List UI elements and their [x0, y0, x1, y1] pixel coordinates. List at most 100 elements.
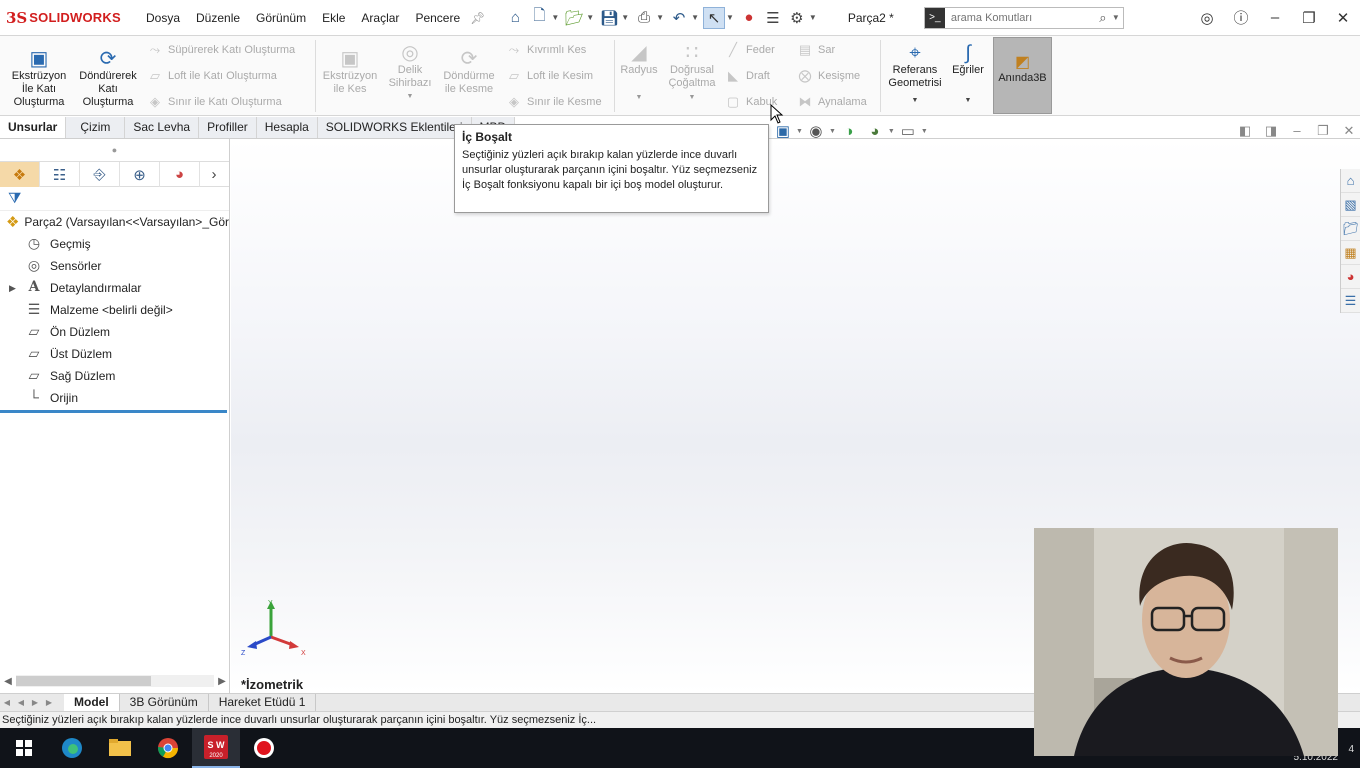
extrude-cut-button[interactable]: ▣ Ekstrüzyon ile Kes: [318, 48, 382, 96]
windows-start-button[interactable]: [0, 728, 48, 768]
menu-item-window[interactable]: Pencere: [407, 11, 468, 25]
close-icon[interactable]: ✕: [1326, 9, 1360, 27]
tile-left-icon[interactable]: ◧: [1232, 123, 1258, 139]
design-library-icon[interactable]: ▧: [1341, 193, 1360, 217]
file-explorer-icon[interactable]: 📁︎: [1341, 217, 1360, 241]
tab-sheet-metal[interactable]: Sac Levha: [125, 117, 200, 138]
hole-wizard-button[interactable]: ◎ Delik Sihirbazı ▼: [384, 42, 436, 103]
chevron-down-icon[interactable]: ▼: [726, 13, 734, 22]
doc-minimize-icon[interactable]: –: [1284, 123, 1310, 139]
select-arrow-icon[interactable]: ↖: [702, 6, 725, 29]
loft-boss-button[interactable]: ▱ Loft ile Katı Oluşturma: [146, 68, 277, 84]
view-orientation-icon[interactable]: ▣: [770, 122, 796, 140]
property-manager-tab-icon[interactable]: ☷: [40, 162, 80, 187]
chevron-down-icon[interactable]: ▼: [664, 91, 720, 104]
tab-evaluate[interactable]: Hesapla: [256, 117, 318, 138]
tree-item-sensors[interactable]: ◎ Sensörler: [0, 255, 229, 277]
screen-recorder-button[interactable]: [240, 728, 288, 768]
app-logo[interactable]: 3S SOLIDWORKS: [0, 9, 138, 27]
tab-motion-study[interactable]: Hareket Etüdü 1: [209, 694, 317, 711]
chevron-down-icon[interactable]: ▼: [691, 13, 699, 22]
expand-arrow-icon[interactable]: ▶: [9, 283, 16, 294]
chevron-down-icon[interactable]: ▼: [616, 91, 662, 104]
custom-properties-icon[interactable]: ☰: [1341, 289, 1360, 313]
chrome-browser-button[interactable]: [144, 728, 192, 768]
curves-button[interactable]: ∫ Eğriler ▼: [948, 42, 988, 107]
wrap-button[interactable]: ▤ Sar: [796, 42, 835, 58]
menu-item-file[interactable]: Dosya: [138, 11, 188, 25]
extrude-boss-button[interactable]: ▣ Ekstrüzyon İle Katı Oluşturma: [6, 48, 72, 109]
scroll-thumb[interactable]: [16, 676, 151, 686]
print-icon[interactable]: ⎙: [633, 7, 655, 29]
solidworks-resources-icon[interactable]: ⌂: [1341, 169, 1360, 193]
doc-close-icon[interactable]: ✕: [1336, 123, 1360, 139]
first-tab-icon[interactable]: ◀: [0, 698, 14, 707]
revolve-boss-button[interactable]: ⟳ Döndürerek Katı Oluşturma: [74, 48, 142, 109]
chevron-down-icon[interactable]: ▼: [621, 13, 629, 22]
chevron-down-icon[interactable]: ▼: [656, 13, 664, 22]
chevron-right-icon[interactable]: ›: [200, 162, 228, 187]
tab-profiles[interactable]: Profiller: [199, 117, 257, 138]
save-icon[interactable]: 💾︎: [598, 7, 620, 29]
chevron-down-icon[interactable]: ▼: [796, 128, 803, 135]
rebuild-traffic-light-icon[interactable]: ●: [738, 7, 760, 29]
apply-scene-icon[interactable]: ◕: [862, 123, 888, 140]
revolve-cut-button[interactable]: ⟳ Döndürme ile Kesme: [438, 48, 500, 96]
open-folder-icon[interactable]: 📂︎: [563, 7, 585, 29]
doc-restore-icon[interactable]: ❐: [1310, 123, 1336, 139]
view-settings-icon[interactable]: ▭: [895, 122, 921, 140]
horizontal-scrollbar[interactable]: ◀ ▶: [0, 673, 230, 689]
chevron-down-icon[interactable]: ▼: [384, 90, 436, 103]
file-explorer-button[interactable]: [96, 728, 144, 768]
chevron-down-icon[interactable]: ▼: [586, 13, 594, 22]
tree-item-annotations[interactable]: ▶ A Detaylandırmalar: [0, 277, 229, 299]
solidworks-taskbar-button[interactable]: S W 2020: [192, 728, 240, 768]
fillet-button[interactable]: ◢ Radyus ▼: [616, 42, 662, 104]
configuration-manager-tab-icon[interactable]: ⎆: [80, 162, 120, 187]
minimize-icon[interactable]: –: [1258, 9, 1292, 26]
prev-tab-icon[interactable]: ◀: [14, 698, 28, 707]
options-gear-icon[interactable]: ⚙: [786, 7, 808, 29]
tree-root-part[interactable]: ❖ Parça2 (Varsayılan<<Varsayılan>_Gör: [0, 211, 229, 233]
next-tab-icon[interactable]: ▶: [28, 698, 42, 707]
tree-item-history[interactable]: ◷ Geçmiş: [0, 233, 229, 255]
reference-geometry-button[interactable]: ⌖ Referans Geometrisi ▼: [884, 42, 946, 107]
tab-sketch[interactable]: Çizim: [66, 117, 126, 138]
search-input[interactable]: [944, 11, 1094, 24]
tab-3d-view[interactable]: 3B Görünüm: [120, 694, 209, 711]
swept-cut-button[interactable]: ⤳ Kıvrımlı Kes: [505, 42, 587, 58]
menu-item-tools[interactable]: Araçlar: [353, 11, 407, 25]
linear-pattern-button[interactable]: ∷ Doğrusal Çoğaltma ▼: [664, 42, 720, 104]
menu-item-insert[interactable]: Ekle: [314, 11, 353, 25]
notification-count[interactable]: 4: [1348, 744, 1354, 755]
chevron-down-icon[interactable]: ▼: [1112, 13, 1123, 22]
file-properties-icon[interactable]: ☰: [762, 7, 784, 29]
loft-cut-button[interactable]: ▱ Loft ile Kesim: [505, 68, 593, 84]
new-document-icon[interactable]: 🗋: [528, 7, 550, 29]
tree-item-front-plane[interactable]: ▱ Ön Düzlem: [0, 321, 229, 343]
undo-icon[interactable]: ↶: [668, 7, 690, 29]
home-icon[interactable]: ⌂: [504, 7, 526, 29]
last-tab-icon[interactable]: ▶: [42, 698, 56, 707]
help-icon[interactable]: ⓘ: [1224, 7, 1258, 28]
boundary-cut-button[interactable]: ◈ Sınır ile Kesme: [505, 94, 602, 110]
tile-right-icon[interactable]: ◨: [1258, 123, 1284, 139]
scroll-left-icon[interactable]: ◀: [0, 676, 16, 687]
pin-icon[interactable]: 📌︎: [470, 11, 485, 25]
chevron-down-icon[interactable]: ▼: [884, 94, 946, 107]
tab-features[interactable]: Unsurlar: [0, 117, 67, 138]
restore-icon[interactable]: ❐: [1292, 9, 1326, 27]
user-account-icon[interactable]: ◎: [1190, 9, 1224, 27]
tab-solidworks-addins[interactable]: SOLIDWORKS Eklentileri: [317, 117, 472, 138]
draft-button[interactable]: ◣ Draft: [724, 68, 770, 84]
edit-appearance-icon[interactable]: ◑: [836, 123, 862, 140]
scroll-right-icon[interactable]: ▶: [214, 676, 230, 687]
tree-item-material[interactable]: ☰ Malzeme <belirli değil>: [0, 299, 229, 321]
appearances-icon[interactable]: ◕: [1341, 265, 1360, 289]
chevron-down-icon[interactable]: ▼: [551, 13, 559, 22]
chevron-down-icon[interactable]: ▼: [888, 128, 895, 135]
menu-item-view[interactable]: Görünüm: [248, 11, 314, 25]
rollback-bar[interactable]: [0, 410, 227, 413]
filter-icon[interactable]: ⧩: [0, 187, 229, 211]
instant3d-button[interactable]: ◩ Anında3B: [993, 37, 1052, 114]
